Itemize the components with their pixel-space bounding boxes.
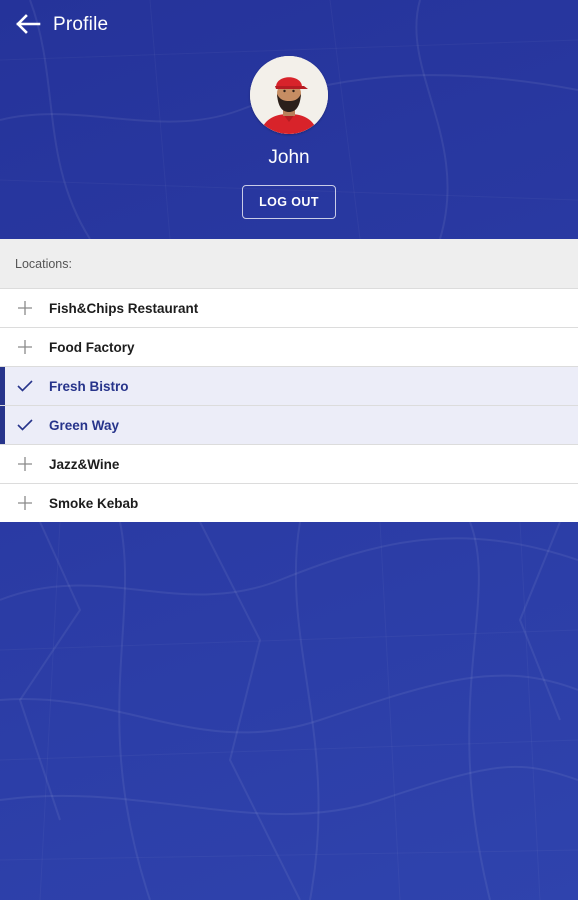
- check-icon: [0, 367, 49, 406]
- location-item[interactable]: Jazz&Wine: [0, 444, 578, 483]
- location-label: Fresh Bistro: [49, 378, 129, 394]
- location-label: Green Way: [49, 417, 120, 433]
- location-label: Jazz&Wine: [49, 456, 120, 472]
- plus-icon: [0, 445, 49, 484]
- location-label: Smoke Kebab: [49, 495, 139, 511]
- check-icon: [0, 406, 49, 445]
- locations-panel: Locations: Fish&Chips Restaurant Food Fa…: [0, 239, 578, 522]
- locations-header: Locations:: [0, 239, 578, 288]
- plus-icon: [0, 328, 49, 367]
- page-title: Profile: [53, 14, 109, 35]
- app-bar: Profile: [0, 0, 578, 52]
- location-item[interactable]: Smoke Kebab: [0, 483, 578, 522]
- plus-icon: [0, 289, 49, 328]
- plus-icon: [0, 484, 49, 523]
- location-item-selected[interactable]: Green Way: [0, 405, 578, 444]
- location-item-selected[interactable]: Fresh Bistro: [0, 366, 578, 405]
- location-label: Fish&Chips Restaurant: [49, 300, 199, 316]
- location-item[interactable]: Food Factory: [0, 327, 578, 366]
- location-item[interactable]: Fish&Chips Restaurant: [0, 288, 578, 327]
- user-name: John: [268, 147, 310, 168]
- avatar: [250, 56, 328, 134]
- arrow-left-icon: [15, 13, 41, 39]
- logout-button[interactable]: LOG OUT: [242, 185, 336, 219]
- location-label: Food Factory: [49, 339, 135, 355]
- back-button[interactable]: [12, 10, 44, 42]
